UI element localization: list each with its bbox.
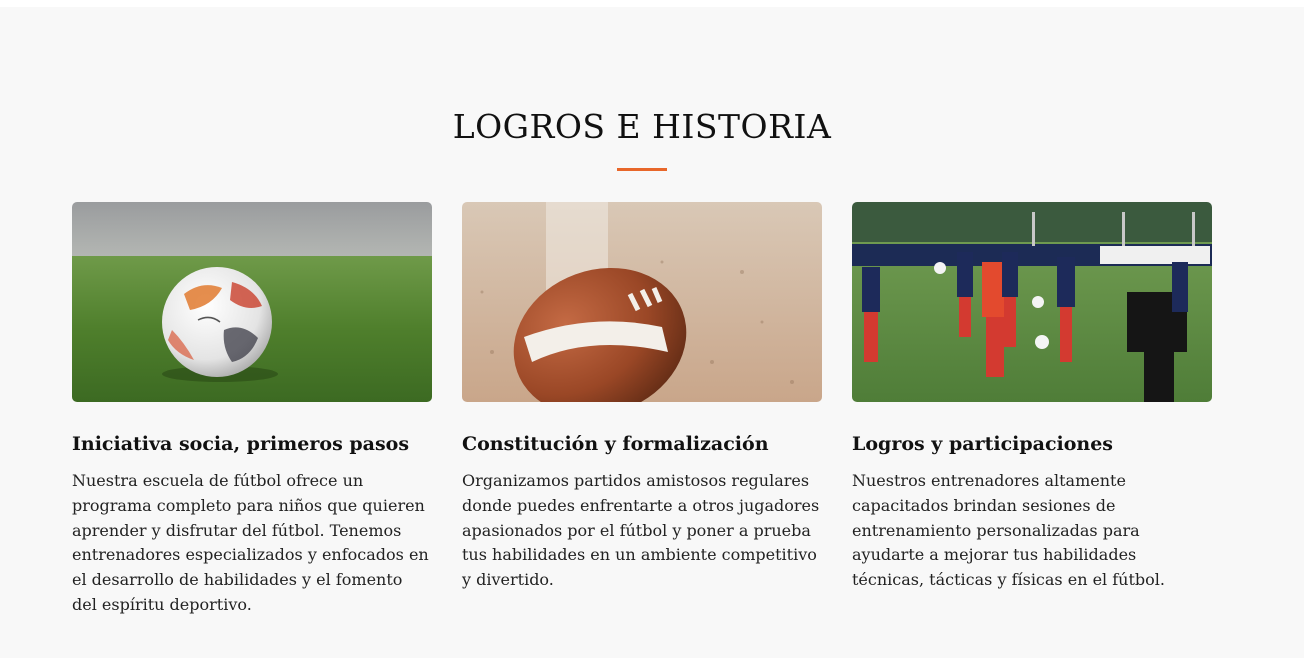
- card-title: Constitución y formalización: [462, 433, 769, 455]
- card-constitution: Constitución y formalización Organizamos…: [462, 202, 822, 593]
- card-text: Nuestros entrenadores altamente capacita…: [852, 471, 1165, 590]
- title-underline: [617, 168, 667, 171]
- card-text: Organizamos partidos amistosos regulares…: [462, 471, 820, 590]
- card-title: Logros y participaciones: [852, 433, 1114, 455]
- card-first-steps: Iniciativa socia, primeros pasos Nuestra…: [72, 202, 432, 618]
- card-achievements: Logros y participaciones Nuestros entren…: [852, 202, 1212, 593]
- team-training-image: [852, 202, 1212, 402]
- section-title: LOGROS E HISTORIA: [452, 107, 832, 146]
- card-text: Nuestra escuela de fútbol ofrece un prog…: [72, 471, 429, 614]
- american-football-image: [462, 202, 822, 402]
- card-title: Iniciativa socia, primeros pasos: [72, 433, 410, 455]
- soccer-ball-image: [72, 202, 432, 402]
